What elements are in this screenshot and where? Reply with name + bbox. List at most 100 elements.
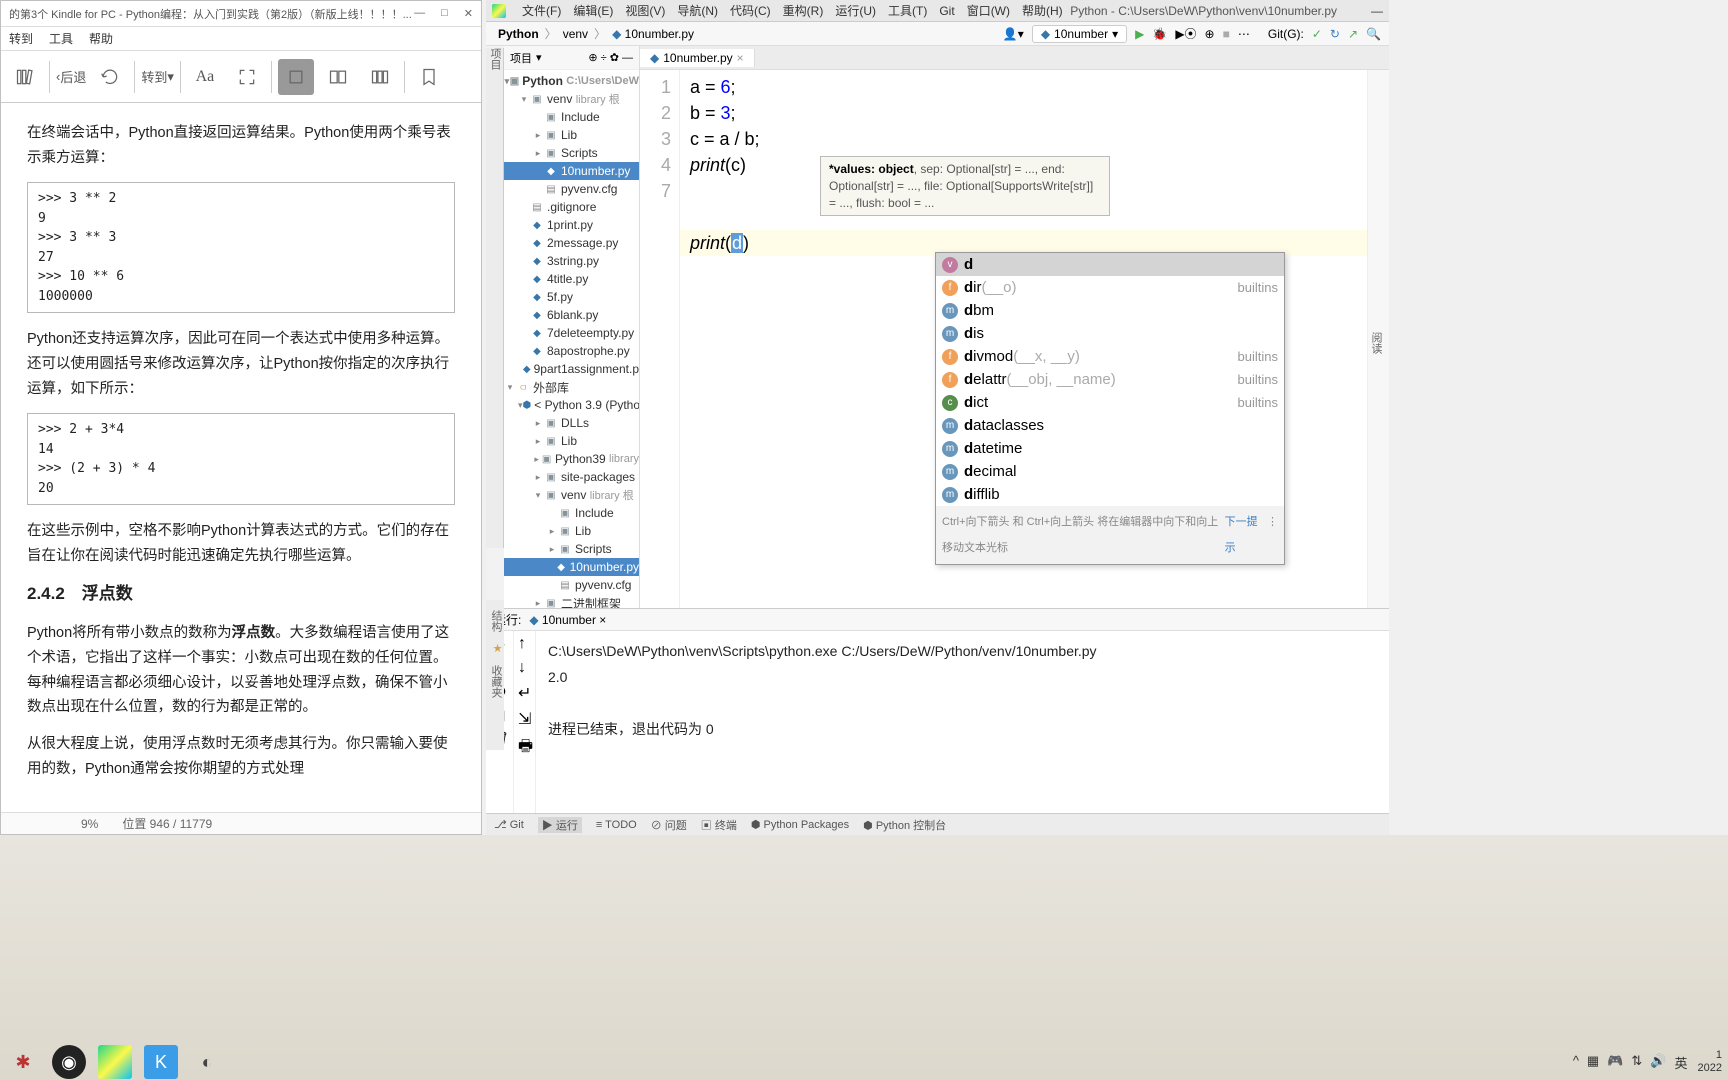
git-commit-icon[interactable]: ↻ [1330,27,1340,41]
paragraph: 在终端会话中，Python直接返回运算结果。Python使用两个乘号表示乘方运算… [27,121,455,170]
menu-window[interactable]: 窗口(W) [961,2,1016,19]
run-icon[interactable]: ▶ [1135,27,1144,41]
autocomplete-item[interactable]: mdataclasses [936,414,1284,437]
two-col-icon[interactable] [320,59,356,95]
autocomplete-item[interactable]: mdis [936,322,1284,345]
tab-close-icon[interactable]: × [737,51,744,65]
menu-refactor[interactable]: 重构(R) [777,2,830,19]
bt-packages[interactable]: ⬢ Python Packages [751,818,849,831]
autocomplete-popup[interactable]: vdfdir(__o)builtinsmdbmmdisfdivmod(__x, … [935,252,1285,565]
bt-git[interactable]: ⎇ Git [494,818,524,831]
system-tray[interactable]: ^ ▦ 🎮 ⇅ 🔊 英 1 2022 [1573,1049,1722,1075]
close-icon[interactable]: ✕ [464,7,473,20]
tray-volume-icon[interactable]: 🔊 [1650,1053,1666,1072]
tray-gpu-icon[interactable]: ▦ [1587,1053,1599,1072]
project-header[interactable]: 项目 ▾ ⊕ ÷ ✿ — [504,46,639,70]
single-col-icon[interactable] [278,59,314,95]
bookmark-icon[interactable] [411,59,447,95]
autocomplete-item[interactable]: mdbm [936,299,1284,322]
taskbar-app-pycharm[interactable] [98,1045,132,1079]
paragraph: 在这些示例中，空格不影响Python计算表达式的方式。它们的存在旨在让你在阅读代… [27,519,455,568]
project-tree[interactable]: ▾▣Python C:\Users\DeW ▾▣venv library 根 ▣… [504,70,639,608]
autocomplete-item[interactable]: mdecimal [936,460,1284,483]
autocomplete-item[interactable]: vd [936,253,1284,276]
kindle-reader[interactable]: 在终端会话中，Python直接返回运算结果。Python使用两个乘号表示乘方运算… [1,103,481,810]
taskbar-app-steam[interactable]: ◉ [52,1045,86,1079]
project-panel: 项目 ▾ ⊕ ÷ ✿ — ▾▣Python C:\Users\DeW ▾▣ven… [504,46,640,608]
autocomplete-item[interactable]: fdir(__o)builtins [936,276,1284,299]
tray-ime[interactable]: 英 [1675,1053,1688,1072]
menu-view[interactable]: 视图(V) [619,2,671,19]
tray-up-icon[interactable]: ^ [1573,1053,1579,1072]
menu-navigate[interactable]: 导航(N) [671,2,724,19]
autocomplete-item[interactable]: fdelattr(__obj, __name)builtins [936,368,1284,391]
maximize-icon[interactable]: □ [441,7,448,20]
minimize-icon[interactable]: — [414,7,425,20]
menu-git[interactable]: Git [933,4,960,18]
kindle-titlebar[interactable]: 的第3个 Kindle for PC - Python编程：从入门到实践（第2版… [1,1,481,27]
bt-problems[interactable]: ⊘ 问题 [651,817,687,833]
goto-button[interactable]: 转到 ▾ [141,67,174,86]
stop-icon[interactable]: ■ [1223,27,1230,41]
taskbar-app-kindle[interactable]: K [144,1045,178,1079]
autocomplete-item[interactable]: mdatetime [936,437,1284,460]
debug-icon[interactable]: 🐞 [1152,27,1167,41]
run-config-select[interactable]: ◆10number ▾ [1032,25,1127,43]
multi-col-icon[interactable] [362,59,398,95]
wrap-icon[interactable]: ↵ [518,683,531,703]
autocomplete-item[interactable]: cdictbuiltins [936,391,1284,414]
crumb-root[interactable]: Python [494,27,543,41]
menu-file[interactable]: 文件(F) [516,2,567,19]
next-tip-link[interactable]: 下一提示 [1225,509,1261,561]
up-icon[interactable]: ↑ [518,635,531,653]
scroll-icon[interactable]: ⇲ [518,709,531,729]
font-icon[interactable]: Aa [187,59,223,95]
crumb-file[interactable]: ◆ 10number.py [608,27,698,41]
print-icon[interactable]: 🖶 [518,735,531,762]
run-tab[interactable]: ◆ 10number × [529,613,606,627]
more-icon[interactable]: ⋯ [1238,27,1250,41]
menu-goto[interactable]: 转到 [9,30,33,47]
menu-tools[interactable]: 工具(T) [882,2,933,19]
bt-run[interactable]: ▶ 运行 [538,817,582,833]
git-update-icon[interactable]: ✓ [1312,27,1322,41]
code-block: >>> 2 + 3*4 14 >>> (2 + 3) * 4 20 [27,413,455,505]
fullscreen-icon[interactable] [229,59,265,95]
library-icon[interactable] [7,59,43,95]
left-sidebar[interactable]: 项目 [486,48,504,548]
menu-help[interactable]: 帮助 [89,30,113,47]
menu-help[interactable]: 帮助(H) [1016,2,1069,19]
menu-run[interactable]: 运行(U) [829,2,882,19]
bt-terminal[interactable]: ▣ 终端 [701,817,737,833]
left-sidebar-lower[interactable]: 结构 ★ 收藏夹 [486,600,504,750]
refresh-icon[interactable] [92,59,128,95]
menu-edit[interactable]: 编辑(E) [567,2,619,19]
autocomplete-item[interactable]: fdivmod(__x, __y)builtins [936,345,1284,368]
kindle-window: 的第3个 Kindle for PC - Python编程：从入门到实践（第2版… [0,0,482,835]
menu-code[interactable]: 代码(C) [724,2,777,19]
autocomplete-item[interactable]: mdifflib [936,483,1284,506]
taskbar-app-chrome[interactable]: ◐ [190,1045,224,1079]
profile-icon[interactable]: ⊕ [1205,27,1215,41]
bt-todo[interactable]: ≡ TODO [596,819,637,831]
coverage-icon[interactable]: ▶⦿ [1175,25,1196,42]
bt-console[interactable]: ⬢ Python 控制台 [863,817,946,833]
code-editor[interactable]: 12347 a = 6; b = 3; c = a / b; print(c) … [640,70,1389,608]
menu-tools[interactable]: 工具 [49,30,73,47]
tray-wifi-icon[interactable]: ⇅ [1631,1053,1642,1072]
editor-panel: ◆10number.py × 12347 a = 6; b = 3; c = a… [640,46,1389,608]
user-icon[interactable]: 👤▾ [1003,27,1024,41]
down-icon[interactable]: ↓ [518,659,531,677]
taskbar-app-unknown[interactable]: ✱ [6,1045,40,1079]
search-icon[interactable]: 🔍 [1366,27,1381,41]
tray-clock[interactable]: 1 2022 [1698,1049,1722,1075]
editor-tab[interactable]: ◆10number.py × [640,49,755,67]
crumb-venv[interactable]: venv [559,27,592,41]
git-push-icon[interactable]: ↗ [1348,27,1358,41]
tree-root: ▾▣Python C:\Users\DeW [504,72,639,90]
console-output[interactable]: C:\Users\DeW\Python\venv\Scripts\python.… [536,631,1389,813]
tray-gamepad-icon[interactable]: 🎮 [1607,1053,1623,1072]
back-button[interactable]: ‹ 后退 [56,67,86,86]
minimize-icon[interactable]: — [1371,4,1383,18]
right-sidebar[interactable]: 阅读 [1367,70,1389,608]
